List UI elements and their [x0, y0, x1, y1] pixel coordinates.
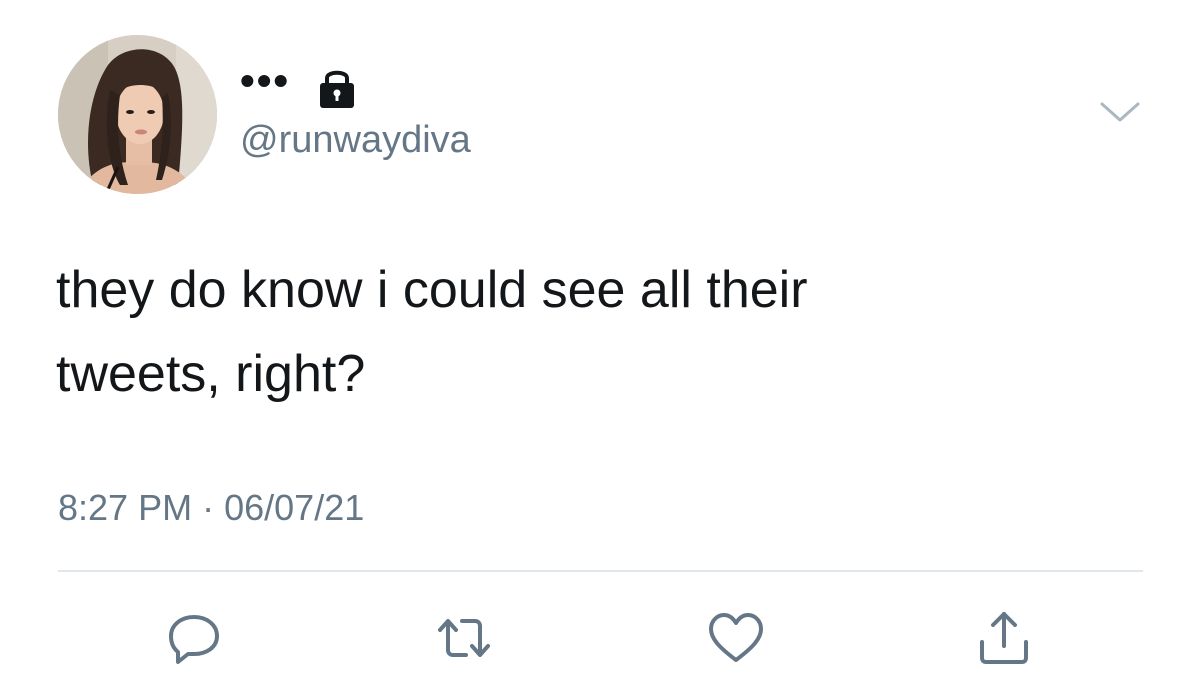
- tweet-text: they do know i could see all their tweet…: [56, 248, 1056, 416]
- tweet-timestamp[interactable]: 8:27 PM · 06/07/21: [58, 486, 364, 529]
- tweet-date: 06/07/21: [224, 487, 365, 528]
- avatar-photo: [58, 35, 217, 194]
- heart-icon: [709, 613, 763, 662]
- display-name[interactable]: •••: [240, 60, 290, 102]
- meta-separator: ·: [202, 487, 215, 528]
- chevron-down-icon[interactable]: [1098, 96, 1142, 126]
- share-button[interactable]: [974, 608, 1034, 668]
- divider: [58, 570, 1143, 572]
- user-handle[interactable]: @runwaydiva: [240, 118, 471, 164]
- avatar[interactable]: [58, 35, 217, 194]
- tweet-text-line-2: tweets, right?: [56, 345, 366, 403]
- name-row: •••: [240, 60, 360, 112]
- lock-icon: [314, 64, 360, 110]
- tweet-card: ••• @runwaydiva they do know i could see…: [0, 0, 1200, 699]
- tweet-text-line-1: they do know i could see all their: [56, 261, 808, 319]
- retweet-button[interactable]: [434, 608, 494, 668]
- reply-button[interactable]: [164, 608, 224, 668]
- reply-icon: [169, 615, 219, 664]
- share-icon: [980, 612, 1028, 664]
- like-button[interactable]: [706, 608, 766, 668]
- retweet-icon: [438, 619, 490, 657]
- tweet-time: 8:27 PM: [58, 487, 193, 528]
